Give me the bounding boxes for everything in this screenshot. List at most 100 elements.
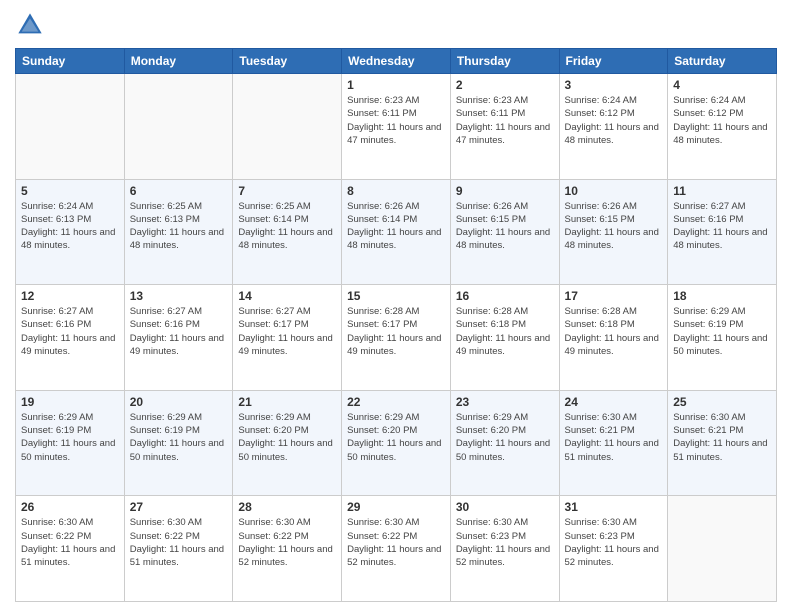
week-row-3: 12 Sunrise: 6:27 AM Sunset: 6:16 PM Dayli… <box>16 285 777 391</box>
day-info: Sunrise: 6:29 AM Sunset: 6:20 PM Dayligh… <box>238 411 336 464</box>
day-info: Sunrise: 6:27 AM Sunset: 6:16 PM Dayligh… <box>130 305 228 358</box>
day-number: 8 <box>347 184 445 198</box>
day-info: Sunrise: 6:30 AM Sunset: 6:22 PM Dayligh… <box>238 516 336 569</box>
day-info: Sunrise: 6:23 AM Sunset: 6:11 PM Dayligh… <box>456 94 554 147</box>
day-number: 19 <box>21 395 119 409</box>
calendar-cell: 7 Sunrise: 6:25 AM Sunset: 6:14 PM Daylig… <box>233 179 342 285</box>
calendar-cell: 5 Sunrise: 6:24 AM Sunset: 6:13 PM Daylig… <box>16 179 125 285</box>
day-number: 7 <box>238 184 336 198</box>
day-info: Sunrise: 6:30 AM Sunset: 6:22 PM Dayligh… <box>21 516 119 569</box>
weekday-header-tuesday: Tuesday <box>233 49 342 74</box>
calendar-cell: 12 Sunrise: 6:27 AM Sunset: 6:16 PM Dayli… <box>16 285 125 391</box>
logo-icon <box>15 10 45 40</box>
calendar-cell: 30 Sunrise: 6:30 AM Sunset: 6:23 PM Dayli… <box>450 496 559 602</box>
day-number: 26 <box>21 500 119 514</box>
calendar-cell: 23 Sunrise: 6:29 AM Sunset: 6:20 PM Dayli… <box>450 390 559 496</box>
day-number: 5 <box>21 184 119 198</box>
day-number: 6 <box>130 184 228 198</box>
calendar-cell: 16 Sunrise: 6:28 AM Sunset: 6:18 PM Dayli… <box>450 285 559 391</box>
calendar-cell: 22 Sunrise: 6:29 AM Sunset: 6:20 PM Dayli… <box>342 390 451 496</box>
calendar-cell: 6 Sunrise: 6:25 AM Sunset: 6:13 PM Daylig… <box>124 179 233 285</box>
day-info: Sunrise: 6:30 AM Sunset: 6:21 PM Dayligh… <box>673 411 771 464</box>
day-info: Sunrise: 6:29 AM Sunset: 6:19 PM Dayligh… <box>130 411 228 464</box>
calendar-cell: 13 Sunrise: 6:27 AM Sunset: 6:16 PM Dayli… <box>124 285 233 391</box>
calendar-cell: 19Sunrise: 6:29 AM Sunset: 6:19 PM Dayli… <box>16 390 125 496</box>
calendar-cell: 31Sunrise: 6:30 AM Sunset: 6:23 PM Dayli… <box>559 496 668 602</box>
day-number: 14 <box>238 289 336 303</box>
day-number: 3 <box>565 78 663 92</box>
day-info: Sunrise: 6:24 AM Sunset: 6:13 PM Dayligh… <box>21 200 119 253</box>
day-number: 4 <box>673 78 771 92</box>
calendar-cell <box>16 74 125 180</box>
calendar-cell: 27 Sunrise: 6:30 AM Sunset: 6:22 PM Dayli… <box>124 496 233 602</box>
day-number: 9 <box>456 184 554 198</box>
day-info: Sunrise: 6:27 AM Sunset: 6:17 PM Dayligh… <box>238 305 336 358</box>
weekday-header-saturday: Saturday <box>668 49 777 74</box>
weekday-header-thursday: Thursday <box>450 49 559 74</box>
day-number: 2 <box>456 78 554 92</box>
day-number: 1 <box>347 78 445 92</box>
day-info: Sunrise: 6:25 AM Sunset: 6:13 PM Dayligh… <box>130 200 228 253</box>
day-number: 16 <box>456 289 554 303</box>
day-info: Sunrise: 6:29 AM Sunset: 6:20 PM Dayligh… <box>347 411 445 464</box>
day-number: 13 <box>130 289 228 303</box>
calendar-cell <box>233 74 342 180</box>
calendar-cell: 3 Sunrise: 6:24 AM Sunset: 6:12 PM Daylig… <box>559 74 668 180</box>
day-number: 23 <box>456 395 554 409</box>
calendar-cell: 1 Sunrise: 6:23 AM Sunset: 6:11 PM Daylig… <box>342 74 451 180</box>
calendar-cell: 4 Sunrise: 6:24 AM Sunset: 6:12 PM Daylig… <box>668 74 777 180</box>
day-number: 15 <box>347 289 445 303</box>
day-info: Sunrise: 6:29 AM Sunset: 6:19 PM Dayligh… <box>673 305 771 358</box>
calendar-cell: 21 Sunrise: 6:29 AM Sunset: 6:20 PM Dayli… <box>233 390 342 496</box>
day-info: Sunrise: 6:28 AM Sunset: 6:17 PM Dayligh… <box>347 305 445 358</box>
calendar-cell: 24Sunrise: 6:30 AM Sunset: 6:21 PM Dayli… <box>559 390 668 496</box>
day-info: Sunrise: 6:26 AM Sunset: 6:14 PM Dayligh… <box>347 200 445 253</box>
day-number: 12 <box>21 289 119 303</box>
day-number: 24 <box>565 395 663 409</box>
calendar-cell: 17 Sunrise: 6:28 AM Sunset: 6:18 PM Dayli… <box>559 285 668 391</box>
page: SundayMondayTuesdayWednesdayThursdayFrid… <box>0 0 792 612</box>
logo <box>15 10 49 40</box>
header <box>15 10 777 40</box>
day-info: Sunrise: 6:26 AM Sunset: 6:15 PM Dayligh… <box>456 200 554 253</box>
day-info: Sunrise: 6:25 AM Sunset: 6:14 PM Dayligh… <box>238 200 336 253</box>
day-info: Sunrise: 6:29 AM Sunset: 6:20 PM Dayligh… <box>456 411 554 464</box>
day-info: Sunrise: 6:28 AM Sunset: 6:18 PM Dayligh… <box>565 305 663 358</box>
week-row-2: 5 Sunrise: 6:24 AM Sunset: 6:13 PM Daylig… <box>16 179 777 285</box>
day-number: 25 <box>673 395 771 409</box>
day-number: 11 <box>673 184 771 198</box>
day-number: 22 <box>347 395 445 409</box>
day-info: Sunrise: 6:27 AM Sunset: 6:16 PM Dayligh… <box>673 200 771 253</box>
week-row-5: 26 Sunrise: 6:30 AM Sunset: 6:22 PM Dayli… <box>16 496 777 602</box>
calendar-cell: 15 Sunrise: 6:28 AM Sunset: 6:17 PM Dayli… <box>342 285 451 391</box>
day-info: Sunrise: 6:30 AM Sunset: 6:22 PM Dayligh… <box>130 516 228 569</box>
day-number: 28 <box>238 500 336 514</box>
calendar-cell: 11 Sunrise: 6:27 AM Sunset: 6:16 PM Dayli… <box>668 179 777 285</box>
calendar-cell: 26 Sunrise: 6:30 AM Sunset: 6:22 PM Dayli… <box>16 496 125 602</box>
day-number: 20 <box>130 395 228 409</box>
calendar-cell: 20 Sunrise: 6:29 AM Sunset: 6:19 PM Dayli… <box>124 390 233 496</box>
calendar-cell: 9 Sunrise: 6:26 AM Sunset: 6:15 PM Daylig… <box>450 179 559 285</box>
day-info: Sunrise: 6:24 AM Sunset: 6:12 PM Dayligh… <box>673 94 771 147</box>
weekday-header-wednesday: Wednesday <box>342 49 451 74</box>
day-info: Sunrise: 6:30 AM Sunset: 6:22 PM Dayligh… <box>347 516 445 569</box>
week-row-1: 1 Sunrise: 6:23 AM Sunset: 6:11 PM Daylig… <box>16 74 777 180</box>
day-info: Sunrise: 6:28 AM Sunset: 6:18 PM Dayligh… <box>456 305 554 358</box>
weekday-header-sunday: Sunday <box>16 49 125 74</box>
day-info: Sunrise: 6:30 AM Sunset: 6:23 PM Dayligh… <box>456 516 554 569</box>
weekday-header-row: SundayMondayTuesdayWednesdayThursdayFrid… <box>16 49 777 74</box>
calendar-cell <box>124 74 233 180</box>
day-number: 29 <box>347 500 445 514</box>
calendar-cell: 25 Sunrise: 6:30 AM Sunset: 6:21 PM Dayli… <box>668 390 777 496</box>
day-info: Sunrise: 6:23 AM Sunset: 6:11 PM Dayligh… <box>347 94 445 147</box>
day-info: Sunrise: 6:26 AM Sunset: 6:15 PM Dayligh… <box>565 200 663 253</box>
day-info: Sunrise: 6:24 AM Sunset: 6:12 PM Dayligh… <box>565 94 663 147</box>
day-info: Sunrise: 6:27 AM Sunset: 6:16 PM Dayligh… <box>21 305 119 358</box>
calendar-table: SundayMondayTuesdayWednesdayThursdayFrid… <box>15 48 777 602</box>
day-number: 21 <box>238 395 336 409</box>
day-number: 27 <box>130 500 228 514</box>
day-number: 17 <box>565 289 663 303</box>
day-number: 10 <box>565 184 663 198</box>
day-number: 18 <box>673 289 771 303</box>
day-number: 30 <box>456 500 554 514</box>
